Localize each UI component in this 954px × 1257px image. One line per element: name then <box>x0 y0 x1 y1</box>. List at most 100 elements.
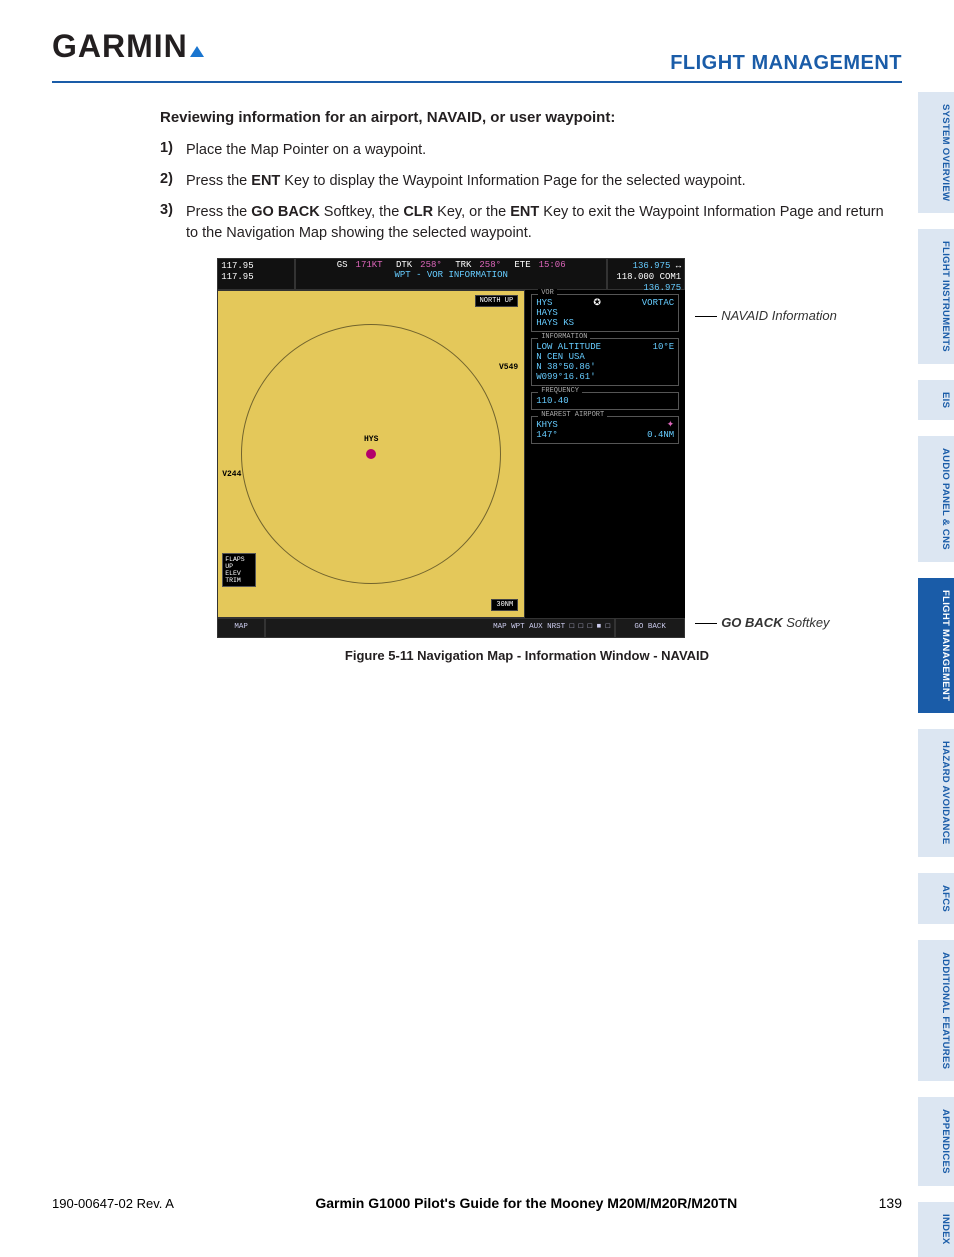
info-lat: N 38°50.86' <box>536 362 674 372</box>
callout-text: NAVAID Information <box>721 308 837 323</box>
key-ent: ENT <box>251 173 280 189</box>
logo-text: GARMIN <box>52 28 188 65</box>
document-title: Garmin G1000 Pilot's Guide for the Moone… <box>315 1195 737 1211</box>
tab-appendices[interactable]: APPENDICES <box>918 1097 954 1186</box>
figure-row: 117.95 117.95 GS 171KT DTK 258° TRK 258° ET… <box>217 258 837 638</box>
procedure-heading: Reviewing information for an airport, NA… <box>160 109 894 126</box>
vor-id: HYS <box>536 298 552 308</box>
north-up-badge: NORTH UP <box>475 295 519 307</box>
softkey-bar: MAP MAP WPT AUX NRST □ □ □ ■ □ GO BACK <box>217 618 685 638</box>
vor-name: HAYS <box>536 308 674 318</box>
figure-callouts: NAVAID Information GO BACK Softkey <box>695 258 837 638</box>
tab-additional-features[interactable]: ADDITIONAL FEATURES <box>918 940 954 1081</box>
flaps-label: FLAPS <box>225 556 253 563</box>
tab-hazard-avoidance[interactable]: HAZARD AVOIDANCE <box>918 729 954 857</box>
vor-id-row: HYS ✪ VORTAC <box>536 298 674 308</box>
vortac-icon: ✪ <box>593 298 601 308</box>
nav2-freq: 117.95 <box>221 272 291 283</box>
com1-standby: 136.975 <box>633 261 671 271</box>
callout-leader-line-icon <box>695 316 717 317</box>
document-number: 190-00647-02 Rev. A <box>52 1196 174 1211</box>
map-range-badge: 30NM <box>491 599 518 611</box>
vor-group: VOR HYS✪VORTAC HAYS HAYS KS <box>531 294 679 332</box>
softkey-page-group: MAP WPT AUX NRST □ □ □ ■ □ <box>265 618 615 638</box>
page-header: GARMIN FLIGHT MANAGEMENT <box>52 0 902 83</box>
trk-label: TRK <box>455 260 471 270</box>
airport-distance: 0.4NM <box>647 430 674 440</box>
flaps-position: UP <box>225 563 253 570</box>
tab-flight-instruments[interactable]: FLIGHT INSTRUMENTS <box>918 229 954 364</box>
callout-goback-softkey: GO BACK Softkey <box>695 615 837 630</box>
com1-tag: COM1 <box>660 272 682 282</box>
softkey-map[interactable]: MAP <box>217 618 265 638</box>
tab-system-overview[interactable]: SYSTEM OVERVIEW <box>918 92 954 213</box>
ete-value: 15:06 <box>539 260 566 270</box>
group-legend: NEAREST AIRPORT <box>538 411 607 419</box>
info-magvar: 10°E <box>653 342 675 352</box>
trk-value: 258° <box>479 260 501 270</box>
vor-symbol-icon <box>366 449 376 459</box>
step-text: Press the <box>186 173 251 189</box>
step-text: Key to display the Waypoint Information … <box>280 173 745 189</box>
dtk-label: DTK <box>396 260 412 270</box>
dtk-value: 258° <box>420 260 442 270</box>
information-group: INFORMATION LOW ALTITUDE10°E N CEN USA N… <box>531 338 679 386</box>
step-text: Press the <box>186 204 251 220</box>
tab-eis[interactable]: EIS <box>918 380 954 420</box>
step-number: 1) <box>160 140 180 156</box>
callout-leader-line-icon <box>695 623 717 624</box>
step-body: Press the ENT Key to display the Waypoin… <box>186 171 894 192</box>
vor-type: VORTAC <box>642 298 674 308</box>
step-body: Press the GO BACK Softkey, the CLR Key, … <box>186 202 894 244</box>
key-clr: CLR <box>403 204 433 220</box>
group-legend: VOR <box>538 289 557 297</box>
elev-trim-label: ELEV TRIM <box>225 570 253 584</box>
com-freq-box: 136.975 ↔ 118.000 COM1 136.975 118.000 C… <box>607 258 685 290</box>
logo-triangle-icon <box>190 46 204 57</box>
nav-freq-box: 117.95 117.95 <box>217 258 295 290</box>
group-legend: INFORMATION <box>538 333 590 341</box>
garmin-logo: GARMIN <box>52 28 204 75</box>
frequency-value: 110.40 <box>536 396 674 406</box>
apt-brg-row: 147° 0.4NM <box>536 430 674 440</box>
gs-value: 171KT <box>356 260 383 270</box>
mfd-display: 117.95 117.95 GS 171KT DTK 258° TRK 258° ET… <box>217 258 685 638</box>
apt-id-row: KHYS✦ <box>536 420 674 430</box>
step-number: 2) <box>160 171 180 187</box>
procedure-steps: 1) Place the Map Pointer on a waypoint. … <box>160 140 894 244</box>
figure-caption: Figure 5-11 Navigation Map - Information… <box>345 648 709 663</box>
navigation-map: NORTH UP HYS V549 V244 FLAPS UP ELEV TRI… <box>217 290 525 618</box>
info-lon: W099°16.61' <box>536 372 674 382</box>
callout-navaid-info: NAVAID Information <box>695 308 837 323</box>
vor-city: HAYS KS <box>536 318 674 328</box>
tab-afcs[interactable]: AFCS <box>918 873 954 924</box>
airport-symbol-icon: ✦ <box>667 420 675 430</box>
key-ent: ENT <box>510 204 539 220</box>
mfd-body: NORTH UP HYS V549 V244 FLAPS UP ELEV TRI… <box>217 290 685 618</box>
com1-active: 118.000 <box>616 272 654 282</box>
section-title: FLIGHT MANAGEMENT <box>670 52 902 75</box>
data-bar: GS 171KT DTK 258° TRK 258° ETE 15:06 WPT - V… <box>295 258 607 290</box>
frequency-group: FREQUENCY 110.40 <box>531 392 679 410</box>
map-label-v549: V549 <box>499 363 518 372</box>
gs-label: GS <box>337 260 348 270</box>
step-text: Key, or the <box>433 204 510 220</box>
ete-label: ETE <box>514 260 530 270</box>
main-content: Reviewing information for an airport, NA… <box>0 83 954 663</box>
info-class: LOW ALTITUDE <box>536 342 601 352</box>
page-number: 139 <box>879 1195 902 1211</box>
step-2: 2) Press the ENT Key to display the Wayp… <box>160 171 894 192</box>
tab-index[interactable]: INDEX <box>918 1202 954 1257</box>
page-title-bar: WPT - VOR INFORMATION <box>297 270 605 280</box>
data-bar-line1: GS 171KT DTK 258° TRK 258° ETE 15:06 <box>297 260 605 270</box>
tab-flight-management[interactable]: FLIGHT MANAGEMENT <box>918 578 954 713</box>
nearest-airport-group: NEAREST AIRPORT KHYS✦ 147°0.4NM <box>531 416 679 444</box>
callout-bold: GO BACK <box>721 615 782 630</box>
side-tabs: SYSTEM OVERVIEW FLIGHT INSTRUMENTS EIS A… <box>918 92 954 1257</box>
airport-bearing: 147° <box>536 430 558 440</box>
tab-audio-panel-cns[interactable]: AUDIO PANEL & CNS <box>918 436 954 562</box>
softkey-goback[interactable]: GO BACK <box>615 618 685 638</box>
map-label-hys: HYS <box>364 435 378 444</box>
step-number: 3) <box>160 202 180 218</box>
info-region: N CEN USA <box>536 352 674 362</box>
